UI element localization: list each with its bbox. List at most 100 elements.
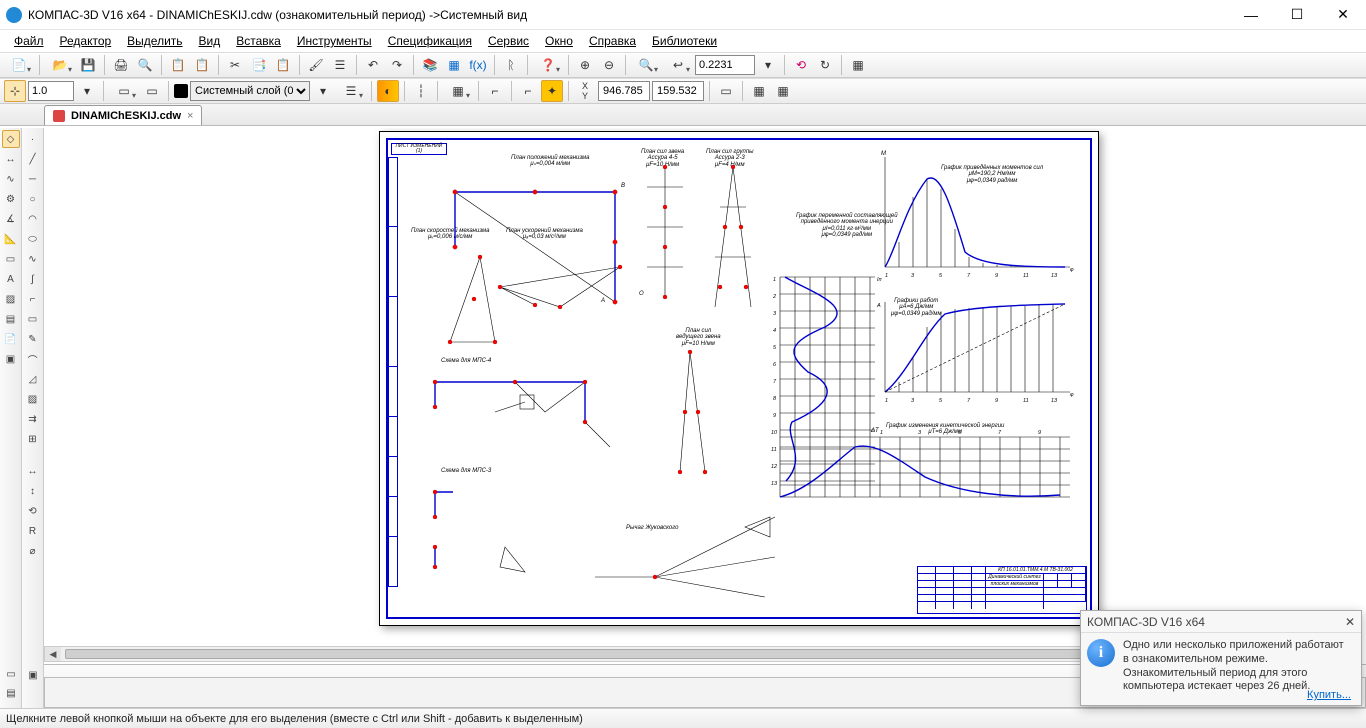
zoom-in-button[interactable]: ⊕ [574, 54, 596, 76]
menu-window[interactable]: Окно [539, 32, 579, 50]
menu-insert[interactable]: Вставка [230, 32, 287, 50]
menu-file[interactable]: Файл [8, 32, 50, 50]
tool-spline[interactable]: ∿ [24, 250, 42, 268]
zoom-dd-button[interactable]: ▾ [757, 54, 779, 76]
zoom-prev-button[interactable]: ↩ [663, 54, 693, 76]
minimize-button[interactable]: — [1228, 0, 1274, 30]
lcs-button[interactable]: ⌐ [484, 80, 506, 102]
tool-dim5[interactable]: ⌀ [24, 542, 42, 560]
undo-button[interactable]: ↶ [362, 54, 384, 76]
tool-fillet[interactable]: ⌒ [24, 350, 42, 368]
r-button[interactable]: ᚱ [500, 54, 522, 76]
notif-close[interactable]: ✕ [1345, 615, 1355, 629]
panel-tab2[interactable]: ▤ [2, 685, 20, 702]
rail-param[interactable]: ∡ [2, 210, 20, 228]
d2-button[interactable]: ▦ [748, 80, 770, 102]
zoom-out-button[interactable]: ⊖ [598, 54, 620, 76]
paste-button[interactable]: 📋 [272, 54, 294, 76]
tool-ellipse[interactable]: ⬭ [24, 230, 42, 248]
redraw-button[interactable]: ↻ [814, 54, 836, 76]
tool-segment[interactable]: ─ [24, 170, 42, 188]
close-button[interactable]: ✕ [1320, 0, 1366, 30]
param-button[interactable]: ✦ [541, 80, 563, 102]
open-button[interactable]: 📂 [45, 54, 75, 76]
doctab-close[interactable]: × [187, 110, 193, 122]
tool-auto[interactable]: ✎ [24, 330, 42, 348]
views2-button[interactable]: ▭ [141, 80, 163, 102]
library-mgr-button[interactable]: 📚 [419, 54, 441, 76]
rail-measure[interactable]: 📐 [2, 230, 20, 248]
preview-button[interactable]: 🔍 [134, 54, 156, 76]
dim-button[interactable]: ┆ [410, 80, 432, 102]
rail-notation[interactable]: ∿ [2, 170, 20, 188]
spec-button[interactable]: 📋 [167, 54, 189, 76]
menu-help[interactable]: Справка [583, 32, 642, 50]
menu-spec[interactable]: Спецификация [382, 32, 478, 50]
tool-bezier[interactable]: ∫ [24, 270, 42, 288]
doctab-active[interactable]: DINAMIChESKIJ.cdw × [44, 105, 202, 125]
menu-select[interactable]: Выделить [121, 32, 188, 50]
panel-tab3[interactable]: ▣ [24, 666, 42, 684]
variables-button[interactable]: f(x) [467, 54, 489, 76]
save-button[interactable]: 💾 [77, 54, 99, 76]
tool-arc[interactable]: ◠ [24, 210, 42, 228]
rail-dim[interactable]: ↔ [2, 150, 20, 168]
d3-button[interactable]: ▦ [772, 80, 794, 102]
layer-select[interactable]: Системный слой (0) [190, 81, 310, 101]
orient-button[interactable]: ⟲ [790, 54, 812, 76]
buy-link[interactable]: Купить... [1307, 689, 1351, 701]
tool-hatchfill[interactable]: ▨ [24, 390, 42, 408]
menu-libs[interactable]: Библиотеки [646, 32, 723, 50]
new-button[interactable]: 📄 [4, 54, 34, 76]
scroll-left-arrow[interactable]: ◀ [45, 647, 61, 661]
tool-dim4[interactable]: R [24, 522, 42, 540]
menu-view[interactable]: Вид [193, 32, 227, 50]
layer-dd[interactable]: ▾ [312, 80, 334, 102]
tool-rect[interactable]: ▭ [24, 310, 42, 328]
style-button[interactable]: 🖌 [305, 54, 327, 76]
hatch-button[interactable]: ▦ [443, 80, 473, 102]
d1-button[interactable]: ▭ [715, 80, 737, 102]
step-input[interactable] [28, 81, 74, 101]
help-cursor-button[interactable]: ❓ [533, 54, 563, 76]
layer-mgr-button[interactable]: ☰ [336, 80, 366, 102]
rail-insert[interactable]: ▣ [2, 350, 20, 368]
zoom-input[interactable] [695, 55, 755, 75]
cut-button[interactable]: ✂ [224, 54, 246, 76]
rail-select[interactable]: ▭ [2, 250, 20, 268]
snap-button[interactable]: ⊹ [4, 80, 26, 102]
tool-circle[interactable]: ○ [24, 190, 42, 208]
tool-dim1[interactable]: ↔ [24, 462, 42, 480]
tool-polyline[interactable]: ⌐ [24, 290, 42, 308]
step-dd[interactable]: ▾ [76, 80, 98, 102]
rail-text[interactable]: A [2, 270, 20, 288]
menu-tools[interactable]: Инструменты [291, 32, 378, 50]
redo-button[interactable]: ↷ [386, 54, 408, 76]
menu-service[interactable]: Сервис [482, 32, 535, 50]
tool-chamfer[interactable]: ◿ [24, 370, 42, 388]
ortho-button[interactable]: ◐ [377, 80, 399, 102]
tool-aux-line[interactable]: ╱ [24, 150, 42, 168]
tool-collect[interactable]: ⊞ [24, 430, 42, 448]
rail-edit[interactable]: ⚙ [2, 190, 20, 208]
rail-report[interactable]: 📄 [2, 330, 20, 348]
properties-button[interactable]: ☰ [329, 54, 351, 76]
print-button[interactable]: 🖨 [110, 54, 132, 76]
canvas[interactable]: ЛИСТ ИЗМЕНЕНИЙ (1) План положений механи… [44, 128, 1366, 646]
menu-edit[interactable]: Редактор [54, 32, 118, 50]
library-button[interactable]: ▦ [443, 54, 465, 76]
spec2-button[interactable]: 📋 [191, 54, 213, 76]
grid-toggle-button[interactable]: ▦ [847, 54, 869, 76]
panel-tab1[interactable]: ▭ [2, 666, 20, 683]
tool-dim2[interactable]: ↕ [24, 482, 42, 500]
round-button[interactable]: ⌐ [517, 80, 539, 102]
copy-button[interactable]: 📑 [248, 54, 270, 76]
rail-geometry[interactable]: ◇ [2, 130, 20, 148]
views-button[interactable]: ▭ [109, 80, 139, 102]
rail-hatch[interactable]: ▨ [2, 290, 20, 308]
maximize-button[interactable]: ☐ [1274, 0, 1320, 30]
zoom-window-button[interactable]: 🔍 [631, 54, 661, 76]
tool-offset[interactable]: ⇉ [24, 410, 42, 428]
rail-spec[interactable]: ▤ [2, 310, 20, 328]
tool-point[interactable]: · [24, 130, 42, 148]
